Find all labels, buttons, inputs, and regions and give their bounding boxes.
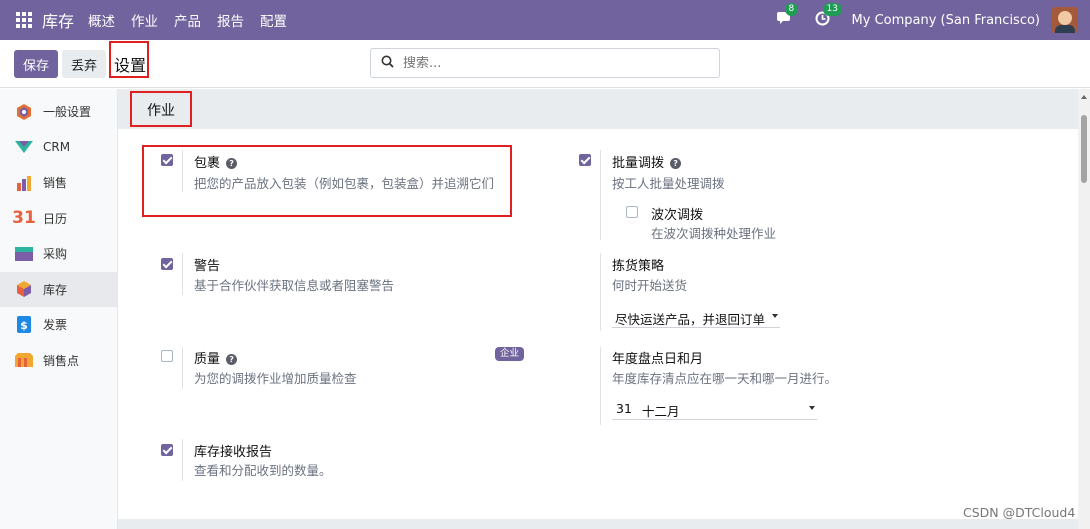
help-icon[interactable]: ?: [670, 158, 682, 169]
app-name[interactable]: 库存: [42, 8, 74, 32]
reception-report-label: 库存接收报告: [194, 445, 273, 460]
help-icon[interactable]: ?: [226, 354, 238, 365]
picking-policy-select[interactable]: 尽快运送产品，并退回订单: [612, 308, 780, 328]
calendar-icon: 31: [12, 208, 36, 229]
control-panel: 保存 丢弃 设置: [0, 40, 1090, 88]
menu-products[interactable]: 产品: [174, 10, 201, 30]
enterprise-badge: 企业: [495, 347, 525, 361]
batch-transfers-label: 批量调拨?: [612, 152, 682, 171]
scroll-thumb[interactable]: [1081, 115, 1087, 183]
sidebar-item-label: 采购: [43, 247, 68, 262]
setting-divider: [182, 253, 183, 295]
menu-overview[interactable]: 概述: [88, 10, 115, 30]
app-menu-icon[interactable]: [16, 12, 32, 28]
chevron-down-icon: [809, 406, 815, 410]
sidebar-item-pos[interactable]: 销售点: [0, 343, 117, 379]
quality-description: 为您的调拨作业增加质量检查: [194, 371, 357, 386]
quality-checkbox[interactable]: [161, 350, 173, 362]
help-icon[interactable]: ?: [226, 158, 238, 169]
reception-report-checkbox[interactable]: [161, 444, 173, 456]
crm-icon: [14, 138, 34, 156]
annual-inventory-day-field[interactable]: 31: [612, 400, 636, 420]
picking-policy-description: 何时开始送货: [612, 278, 688, 293]
sidebar-item-label: 发票: [43, 318, 68, 333]
packages-label: 包裹?: [194, 152, 238, 171]
top-navbar: 库存 概述 作业 产品 报告 配置 8 13 My Company (San F…: [0, 0, 1090, 40]
user-avatar[interactable]: [1052, 7, 1078, 33]
batch-transfers-description: 按工人批量处理调拨: [612, 176, 725, 191]
sidebar-item-label: 库存: [43, 282, 68, 297]
activities-count-badge: 13: [822, 2, 842, 16]
setting-divider: [182, 347, 183, 389]
gear-hex-icon: [14, 103, 34, 121]
purchase-icon: [14, 245, 34, 263]
settings-sidebar: 一般设置 CRM 销售 31 日历 采购 库存 $ 发票 销售点: [0, 89, 118, 529]
annual-inventory-month-select[interactable]: 十二月: [636, 400, 817, 420]
setting-divider: [182, 439, 183, 481]
setting-divider: [182, 150, 183, 192]
menu-operations[interactable]: 作业: [131, 10, 158, 30]
sidebar-item-general-settings[interactable]: 一般设置: [0, 94, 117, 130]
annual-inventory-label: 年度盘点日和月: [612, 352, 704, 367]
sidebar-item-label: 销售: [43, 176, 68, 191]
scroll-up-icon[interactable]: [1081, 95, 1087, 99]
wave-transfers-description: 在波次调拨种处理作业: [651, 226, 777, 241]
search-box[interactable]: [370, 48, 720, 78]
sidebar-item-calendar[interactable]: 31 日历: [0, 201, 117, 237]
svg-text:$: $: [20, 319, 28, 332]
packages-checkbox[interactable]: [161, 154, 173, 166]
warnings-label: 警告: [194, 259, 221, 274]
pos-icon: [14, 351, 34, 369]
setting-divider: [600, 347, 601, 425]
sidebar-item-label: 一般设置: [43, 105, 92, 120]
discard-button[interactable]: 丢弃: [62, 50, 106, 78]
warnings-description: 基于合作伙伴获取信息或者阻塞警告: [194, 278, 395, 293]
menu-reporting[interactable]: 报告: [217, 10, 244, 30]
settings-main: 作业 包裹? 把您的产品放入包装（例如包裹，包装盒）并追溯它们 批量调拨? 按工…: [118, 89, 1078, 529]
section-title-operations: 作业: [130, 91, 192, 127]
scrollbar[interactable]: [1078, 89, 1090, 529]
sidebar-item-label: 销售点: [43, 353, 80, 368]
setting-divider: [600, 253, 601, 331]
wave-transfers-checkbox[interactable]: [626, 206, 638, 218]
watermark: CSDN @DTCloud4: [963, 505, 1076, 520]
save-button[interactable]: 保存: [14, 50, 58, 78]
batch-transfers-checkbox[interactable]: [579, 154, 591, 166]
reception-report-description: 查看和分配收到的数量。: [194, 463, 332, 478]
sidebar-item-label: 日历: [43, 211, 68, 226]
menu-configuration[interactable]: 配置: [260, 10, 287, 30]
company-switcher[interactable]: My Company (San Francisco): [852, 13, 1040, 28]
inventory-box-icon: [14, 280, 34, 298]
quality-label: 质量?: [194, 348, 238, 367]
invoice-icon: $: [14, 316, 34, 334]
sidebar-item-inventory[interactable]: 库存: [0, 271, 117, 307]
next-section-header: [118, 519, 1078, 529]
chevron-down-icon: [772, 314, 778, 318]
messages-count-badge: 8: [784, 3, 799, 16]
messages-icon[interactable]: 8: [776, 3, 799, 29]
activities-clock-icon[interactable]: 13: [815, 2, 842, 30]
wave-transfers-label: 波次调拨: [651, 208, 704, 223]
sidebar-item-purchase[interactable]: 采购: [0, 236, 117, 272]
sidebar-item-crm[interactable]: CRM: [0, 130, 117, 166]
search-input[interactable]: [403, 55, 703, 71]
warnings-checkbox[interactable]: [161, 258, 173, 270]
sales-chart-icon: [14, 174, 34, 192]
sidebar-item-invoicing[interactable]: $ 发票: [0, 307, 117, 343]
section-header: 作业: [118, 89, 1078, 129]
picking-policy-label: 拣货策略: [612, 259, 665, 274]
sidebar-item-label: CRM: [43, 140, 71, 155]
setting-divider: [600, 150, 601, 240]
search-icon: [371, 55, 403, 72]
page-title: 设置: [109, 41, 149, 78]
sidebar-item-sales[interactable]: 销售: [0, 165, 117, 201]
annual-inventory-description: 年度库存清点应在哪一天和哪一月进行。: [612, 371, 838, 386]
packages-description: 把您的产品放入包装（例如包裹，包装盒）并追溯它们: [194, 176, 495, 191]
